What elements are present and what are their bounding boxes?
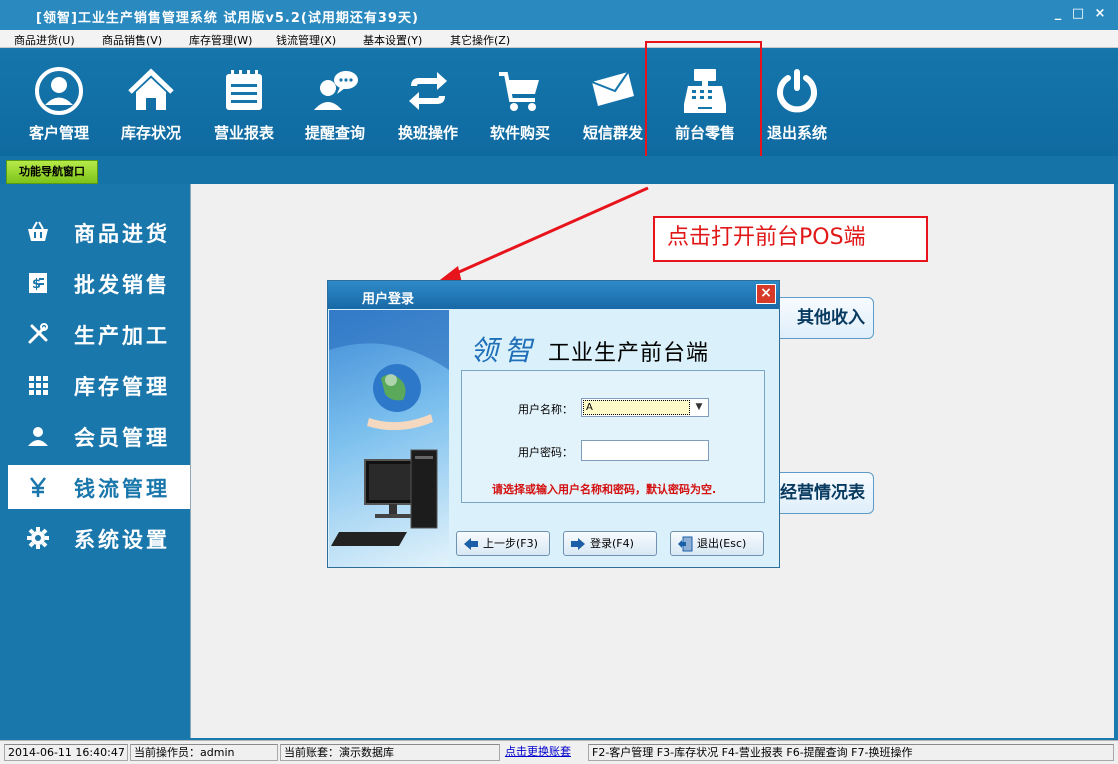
sidebar-item-label: 库存管理 — [74, 375, 170, 399]
toolbar-label: 营业报表 — [213, 124, 274, 142]
username-label: 用户名称： — [518, 403, 573, 416]
prev-step-button[interactable]: 上一步(F3) — [456, 531, 550, 556]
toolbar-reminder-button[interactable]: 提醒查询 — [292, 66, 378, 146]
toolbar-label: 客户管理 — [28, 124, 89, 142]
dialog-title-bar: 用户登录 × — [328, 281, 779, 309]
exit-label: 退出(Esc) — [697, 537, 747, 550]
power-icon — [777, 69, 817, 113]
menu-item-sales[interactable]: 商品销售(V) — [102, 32, 162, 48]
switch-account-link[interactable]: 点击更换账套 — [502, 744, 586, 761]
dialog-side-illustration — [329, 310, 449, 567]
toolbar-sms-button[interactable]: 短信群发 — [570, 66, 656, 146]
chevron-down-icon[interactable]: ▼ — [691, 400, 707, 415]
sidebar-item-members[interactable]: 会员管理 — [8, 414, 190, 458]
yen-icon — [30, 477, 46, 497]
tab-strip: 功能导航窗口 — [0, 156, 1118, 184]
sidebar-item-label: 系统设置 — [74, 528, 170, 552]
callout-annotation: 点击打开前台POS端 — [653, 216, 928, 262]
dialog-close-button[interactable]: × — [756, 284, 776, 304]
sidebar-item-label: 批发销售 — [74, 273, 170, 297]
mail-icon — [591, 71, 634, 106]
sidebar: 商品进货 $ 批发销售 生产加工 库存管理 会员管理 钱流管理 系统设置 — [0, 184, 190, 738]
username-value[interactable]: A — [583, 400, 690, 415]
toolbar-label: 提醒查询 — [304, 124, 365, 142]
pos-highlight-box — [645, 41, 762, 170]
app-window: [领智]工业生产销售管理系统 试用版v5.2(试用期还有39天) _ □ × 商… — [0, 0, 1118, 764]
sidebar-item-purchase[interactable]: 商品进货 — [8, 210, 190, 254]
arrow-right-icon — [571, 538, 585, 550]
toolbar-buy-button[interactable]: 软件购买 — [477, 66, 563, 146]
prev-step-label: 上一步(F3) — [483, 537, 538, 550]
sidebar-item-label: 会员管理 — [74, 426, 170, 450]
password-field[interactable] — [581, 440, 709, 461]
close-window-button[interactable]: × — [1092, 6, 1108, 22]
door-exit-icon — [678, 536, 693, 552]
sidebar-item-label: 钱流管理 — [74, 477, 170, 501]
chat-users-icon — [314, 71, 358, 110]
status-shortcuts: F2-客户管理 F3-库存状况 F4-营业报表 F6-提醒查询 F7-换班操作 — [588, 744, 1114, 761]
report-icon — [226, 70, 262, 110]
toolbar-stock-button[interactable]: 库存状况 — [108, 66, 194, 146]
toolbar-label: 软件购买 — [489, 124, 550, 142]
sidebar-item-label: 生产加工 — [74, 324, 170, 348]
minimize-button[interactable]: _ — [1050, 6, 1066, 22]
login-form: 用户名称： A ▼ 用户密码： 请选择或输入用户名称和密码，默认密码为空. — [461, 370, 765, 503]
toolbar-label: 换班操作 — [397, 124, 458, 142]
toolbar-customer-button[interactable]: 客户管理 — [16, 66, 102, 146]
toolbar-label: 短信群发 — [582, 124, 643, 142]
status-datetime: 2014-06-11 16:40:47 — [4, 744, 128, 761]
sidebar-item-wholesale[interactable]: $ 批发销售 — [8, 261, 190, 305]
menu-bar: 商品进货(U) 商品销售(V) 库存管理(W) 钱流管理(X) 基本设置(Y) … — [0, 30, 1118, 48]
gear-icon — [27, 527, 49, 549]
menu-item-other[interactable]: 其它操作(Z) — [450, 32, 510, 48]
toolbar-shift-button[interactable]: 换班操作 — [385, 66, 471, 146]
status-bar: 2014-06-11 16:40:47 当前操作员：admin 当前账套：演示数… — [0, 740, 1118, 764]
menu-item-inventory[interactable]: 库存管理(W) — [189, 32, 252, 48]
tab-navigation[interactable]: 功能导航窗口 — [6, 160, 98, 184]
menu-item-settings[interactable]: 基本设置(Y) — [363, 32, 422, 48]
computer-globe-illustration — [329, 310, 449, 546]
login-dialog: 用户登录 × 领智 工业生产前台端 用户名称： A ▼ 用户密码： 请选择或输入… — [327, 280, 780, 568]
sidebar-item-settings[interactable]: 系统设置 — [8, 516, 190, 560]
tools-icon — [28, 323, 48, 344]
dialog-title: 用户登录 — [362, 292, 415, 307]
swap-icon — [409, 72, 447, 110]
sidebar-item-cashflow[interactable]: 钱流管理 — [8, 465, 190, 509]
exit-dialog-button[interactable]: 退出(Esc) — [670, 531, 764, 556]
sidebar-item-label: 商品进货 — [74, 222, 170, 246]
toolbar-exit-button[interactable]: 退出系统 — [754, 66, 840, 146]
basket-icon — [28, 221, 48, 241]
cart-icon — [499, 72, 539, 111]
sidebar-item-inventory[interactable]: 库存管理 — [8, 363, 190, 407]
title-bar: [领智]工业生产销售管理系统 试用版v5.2(试用期还有39天) _ □ × — [0, 0, 1118, 30]
login-button[interactable]: 登录(F4) — [563, 531, 657, 556]
grid-icon — [29, 376, 48, 395]
password-label: 用户密码： — [518, 446, 573, 459]
main-toolbar: 客户管理 库存状况 营业报表 提醒查询 换班操作 软件购买 短信群发 前台零售 … — [0, 48, 1118, 156]
person-icon — [35, 67, 83, 115]
menu-item-purchase[interactable]: 商品进货(U) — [14, 32, 75, 48]
brand-script: 领智 — [470, 334, 539, 367]
toolbar-label: 库存状况 — [120, 124, 181, 142]
invoice-icon: $ — [29, 273, 47, 293]
toolbar-report-button[interactable]: 营业报表 — [201, 66, 287, 146]
menu-item-cashflow[interactable]: 钱流管理(X) — [276, 32, 336, 48]
dialog-brand: 领智 工业生产前台端 — [470, 329, 709, 369]
username-select[interactable]: A ▼ — [581, 398, 709, 417]
toolbar-label: 退出系统 — [766, 124, 827, 142]
status-account: 当前账套：演示数据库 — [280, 744, 500, 761]
sidebar-item-production[interactable]: 生产加工 — [8, 312, 190, 356]
login-hint: 请选择或输入用户名称和密码，默认密码为空. — [492, 483, 717, 496]
arrow-left-icon — [464, 538, 478, 550]
home-icon — [128, 68, 174, 110]
login-label: 登录(F4) — [590, 537, 634, 550]
brand-product-name: 工业生产前台端 — [548, 341, 710, 366]
maximize-button[interactable]: □ — [1070, 6, 1086, 22]
member-icon — [28, 427, 48, 446]
window-title: [领智]工业生产销售管理系统 试用版v5.2(试用期还有39天) — [36, 11, 419, 26]
status-operator: 当前操作员：admin — [130, 744, 278, 761]
